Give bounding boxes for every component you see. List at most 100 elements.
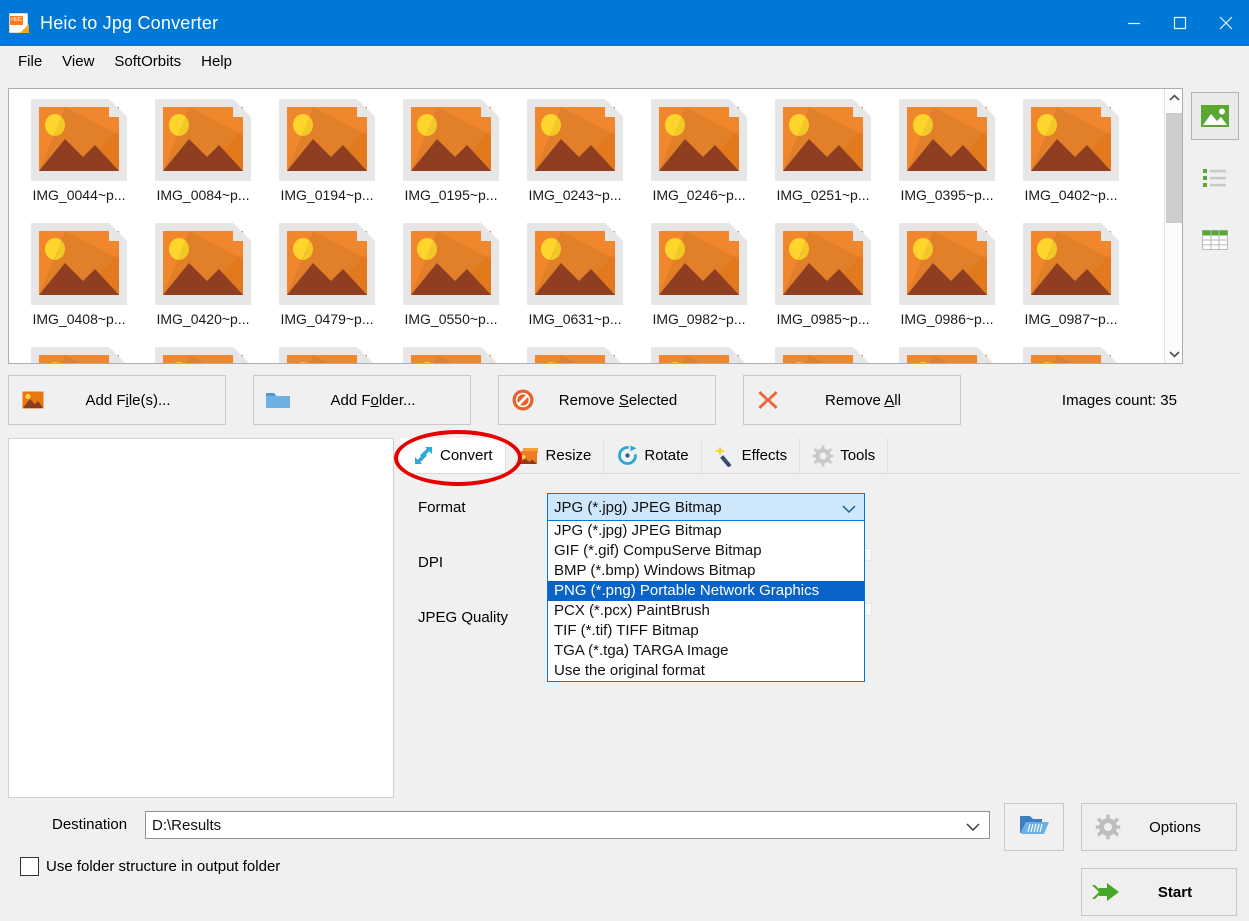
options-button[interactable]: Options [1081,803,1237,851]
thumbnail-item[interactable] [17,343,141,364]
close-icon[interactable] [1203,0,1249,46]
title-bar: HEIC Heic to Jpg Converter [0,0,1249,46]
remove-all-button[interactable]: Remove All [743,375,961,425]
add-folder-button[interactable]: Add Folder... [253,375,471,425]
image-file-icon [25,219,133,309]
thumbnail-label: IMG_0631~p... [528,311,621,327]
thumbnail-item[interactable]: IMG_0402~p... [1009,95,1133,219]
start-button[interactable]: Start [1081,868,1237,916]
image-file-icon [769,95,877,185]
thumbnail-item[interactable]: IMG_0195~p... [389,95,513,219]
tab-resize-label: Resize [546,447,592,464]
convert-settings-panel: Format DPI JPEG Quality JPG (*.jpg) JPEG… [400,480,1241,800]
image-file-icon [893,95,1001,185]
thumbnail-item[interactable]: IMG_0395~p... [885,95,1009,219]
thumbnail-item[interactable]: IMG_0246~p... [637,95,761,219]
add-files-button[interactable]: Add File(s)... [8,375,226,425]
use-folder-structure-checkbox[interactable] [20,857,39,876]
thumbnail-item[interactable] [141,343,265,364]
format-option[interactable]: Use the original format [548,661,864,681]
image-file-icon [521,343,629,364]
thumbnail-scrollbar[interactable] [1164,89,1182,363]
tab-resize[interactable]: Resize [506,438,605,473]
image-file-icon [1017,219,1125,309]
scrollbar-thumb[interactable] [1166,113,1182,223]
format-option[interactable]: JPG (*.jpg) JPEG Bitmap [548,521,864,541]
format-combobox[interactable]: JPG (*.jpg) JPEG Bitmap [547,493,865,521]
thumbnail-item[interactable]: IMG_0084~p... [141,95,265,219]
format-option[interactable]: PNG (*.png) Portable Network Graphics [548,581,864,601]
thumbnail-item[interactable]: IMG_0987~p... [1009,219,1133,343]
dpi-label: DPI [418,554,443,571]
thumbnail-item[interactable]: IMG_0420~p... [141,219,265,343]
thumbnail-item[interactable]: IMG_0243~p... [513,95,637,219]
format-option[interactable]: PCX (*.pcx) PaintBrush [548,601,864,621]
thumbnail-label: IMG_0986~p... [900,311,993,327]
tab-tools[interactable]: Tools [800,438,888,473]
remove-all-label: Remove All [792,392,960,409]
tab-convert[interactable]: Convert [400,438,506,473]
options-label: Options [1134,819,1236,836]
image-file-icon [273,219,381,309]
thumbnail-label: IMG_0044~p... [32,187,125,203]
thumbnail-item[interactable] [637,343,761,364]
remove-selected-button[interactable]: Remove Selected [498,375,716,425]
format-label: Format [418,499,466,516]
thumbnail-item[interactable]: IMG_0194~p... [265,95,389,219]
thumbnail-label: IMG_0243~p... [528,187,621,203]
rotate-icon [616,445,638,467]
image-file-icon [397,219,505,309]
details-view-icon[interactable] [1191,216,1239,264]
thumbnail-item[interactable] [389,343,513,364]
tab-rotate[interactable]: Rotate [604,438,701,473]
maximize-icon[interactable] [1157,0,1203,46]
menu-item-file[interactable]: File [8,50,52,73]
thumbnail-item[interactable] [513,343,637,364]
thumbnail-label: IMG_0194~p... [280,187,373,203]
use-folder-structure-checkbox-row[interactable]: Use folder structure in output folder [20,857,280,876]
format-option[interactable]: TIF (*.tif) TIFF Bitmap [548,621,864,641]
image-file-icon [149,219,257,309]
thumbnail-item[interactable]: IMG_0982~p... [637,219,761,343]
menu-item-help[interactable]: Help [191,50,242,73]
file-action-toolbar: Add File(s)... Add Folder... Remove Sele… [8,374,1241,426]
thumbnail-label: IMG_0408~p... [32,311,125,327]
image-file-icon [149,343,257,364]
thumbnail-item[interactable] [1009,343,1133,364]
tab-rotate-label: Rotate [644,447,688,464]
tab-effects[interactable]: Effects [702,438,801,473]
thumbnail-list[interactable]: IMG_0044~p... IMG_0084~p... IMG_0194~p... I… [8,88,1183,364]
thumbnail-item[interactable]: IMG_0550~p... [389,219,513,343]
thumbnail-item[interactable]: IMG_0479~p... [265,219,389,343]
format-option[interactable]: TGA (*.tga) TARGA Image [548,641,864,661]
destination-input[interactable]: D:\Results [145,811,990,839]
scroll-down-icon[interactable] [1165,345,1183,363]
tab-convert-label: Convert [440,447,493,464]
thumbnail-item[interactable]: IMG_0044~p... [17,95,141,219]
format-option[interactable]: BMP (*.bmp) Windows Bitmap [548,561,864,581]
browse-folder-button[interactable] [1004,803,1064,851]
thumbnail-item[interactable]: IMG_0408~p... [17,219,141,343]
format-option[interactable]: GIF (*.gif) CompuServe Bitmap [548,541,864,561]
thumbnail-item[interactable]: IMG_0251~p... [761,95,885,219]
chevron-down-icon[interactable] [966,819,980,836]
thumbnail-view-icon[interactable] [1191,92,1239,140]
menu-item-view[interactable]: View [52,50,104,73]
thumbnail-item[interactable]: IMG_0631~p... [513,219,637,343]
minimize-icon[interactable] [1111,0,1157,46]
thumbnail-item[interactable] [761,343,885,364]
image-file-icon [397,343,505,364]
thumbnail-item[interactable]: IMG_0986~p... [885,219,1009,343]
thumbnail-item[interactable] [885,343,1009,364]
thumbnail-label: IMG_0420~p... [156,311,249,327]
format-dropdown-list[interactable]: JPG (*.jpg) JPEG BitmapGIF (*.gif) Compu… [547,521,865,682]
image-file-icon [25,95,133,185]
menu-item-softorbits[interactable]: SoftOrbits [104,50,191,73]
thumbnail-label: IMG_0987~p... [1024,311,1117,327]
use-folder-structure-label: Use folder structure in output folder [46,858,280,875]
image-file-icon [521,219,629,309]
thumbnail-item[interactable]: IMG_0985~p... [761,219,885,343]
scroll-up-icon[interactable] [1165,89,1183,107]
list-view-icon[interactable] [1191,154,1239,202]
thumbnail-item[interactable] [265,343,389,364]
